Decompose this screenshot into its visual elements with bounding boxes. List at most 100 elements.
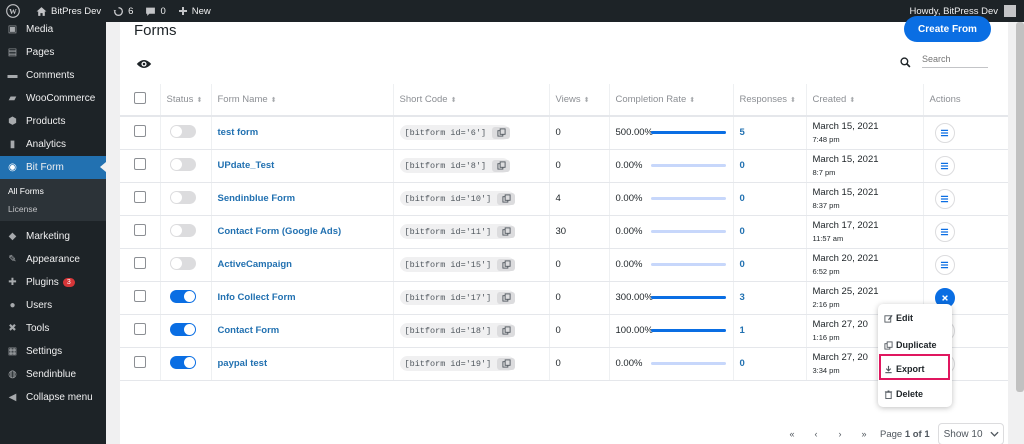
sidebar-item-plugins[interactable]: ✚ Plugins 3	[0, 271, 106, 294]
menu-icon[interactable]	[934, 122, 955, 143]
last-page-button[interactable]: »	[852, 429, 876, 439]
completion-rate-fill	[650, 329, 726, 332]
sidebar-item-sendinblue[interactable]: ◍ Sendinblue	[0, 363, 106, 386]
responses-link[interactable]: 0	[740, 358, 745, 369]
eye-icon[interactable]	[136, 57, 152, 75]
row-checkbox[interactable]	[134, 356, 146, 368]
sidebar-item-analytics[interactable]: ▮ Analytics	[0, 133, 106, 156]
row-checkbox[interactable]	[134, 191, 146, 203]
export-menu-item[interactable]: Export	[884, 364, 925, 374]
status-toggle[interactable]	[169, 355, 196, 369]
status-toggle[interactable]	[169, 256, 196, 270]
menu-icon[interactable]	[934, 155, 955, 176]
responses-link[interactable]: 0	[740, 193, 745, 204]
sidebar-item-settings[interactable]: ▦ Settings	[0, 340, 106, 363]
status-toggle[interactable]	[169, 190, 196, 204]
row-select-cell	[120, 248, 161, 282]
status-toggle[interactable]	[169, 223, 196, 237]
delete-menu-item[interactable]: Delete	[884, 389, 923, 399]
copy-icon[interactable]	[497, 192, 516, 205]
sidebar-item-collapse[interactable]: ◀ Collapse menu	[0, 386, 106, 409]
sidebar-item-tools[interactable]: ✖ Tools	[0, 317, 106, 340]
form-name-header[interactable]: Form Name ⬍	[211, 84, 394, 117]
copy-icon[interactable]	[497, 324, 516, 337]
tools-icon: ✖	[8, 323, 17, 334]
sidebar-item-appearance[interactable]: ✎ Appearance	[0, 248, 106, 271]
copy-icon[interactable]	[497, 258, 516, 271]
table-row: UPdate_Test [bitform id='8'] 0 0.00% 0 March …	[120, 149, 1008, 183]
page-size-select[interactable]: Show 10	[937, 423, 1004, 444]
short-code-text: [bitform id='10']	[404, 193, 492, 204]
first-page-button[interactable]: «	[780, 429, 804, 439]
status-toggle[interactable]	[169, 289, 196, 303]
updates-icon	[113, 6, 124, 16]
status-toggle[interactable]	[169, 322, 196, 336]
row-checkbox[interactable]	[134, 323, 146, 335]
form-name-link[interactable]: UPdate_Test	[218, 160, 275, 171]
form-name-link[interactable]: Contact Form	[218, 325, 280, 336]
completion-rate-header[interactable]: Completion Rate ⬍	[609, 84, 734, 117]
sidebar-item-woocommerce[interactable]: ▰ WooCommerce	[0, 87, 106, 110]
prev-page-button[interactable]: ‹	[804, 429, 828, 439]
sidebar-item-users[interactable]: ● Users	[0, 294, 106, 317]
responses-link[interactable]: 5	[740, 127, 745, 138]
responses-link[interactable]: 3	[740, 292, 745, 303]
sidebar-item-pages[interactable]: ▤ Pages	[0, 41, 106, 64]
submenu-item-all-forms[interactable]: All Forms	[0, 182, 106, 200]
new-content-link[interactable]: New	[172, 0, 217, 22]
page-scrollbar[interactable]	[1016, 22, 1024, 392]
copy-icon[interactable]	[497, 225, 516, 238]
status-header[interactable]: Status ⬍	[160, 84, 212, 117]
completion-rate-cell: 500.00%	[609, 116, 734, 150]
views-header[interactable]: Views ⬍	[549, 84, 610, 117]
responses-link[interactable]: 1	[740, 325, 745, 336]
created-header[interactable]: Created ⬍	[806, 84, 924, 117]
updates-link[interactable]: 6	[107, 0, 139, 22]
menu-icon[interactable]	[934, 188, 955, 209]
row-checkbox[interactable]	[134, 257, 146, 269]
sidebar-item-products[interactable]: ⬢ Products	[0, 110, 106, 133]
copy-icon[interactable]	[497, 291, 516, 304]
submenu-item-license[interactable]: License	[0, 200, 106, 218]
copy-icon[interactable]	[497, 357, 516, 370]
search-input[interactable]	[922, 51, 988, 68]
responses-header[interactable]: Responses ⬍	[733, 84, 807, 117]
short-code-chip: [bitform id='11']	[399, 224, 516, 239]
table-row: test form [bitform id='6'] 0 500.00% 5 March …	[120, 116, 1008, 150]
form-name-link[interactable]: Info Collect Form	[218, 292, 296, 303]
copy-icon[interactable]	[492, 159, 511, 172]
sidebar-item-media[interactable]: ▣ Media	[0, 18, 106, 41]
row-checkbox[interactable]	[134, 125, 146, 138]
responses-link[interactable]: 0	[740, 160, 745, 171]
responses-link[interactable]: 0	[740, 259, 745, 270]
form-name-link[interactable]: ActiveCampaign	[218, 259, 292, 270]
next-page-button[interactable]: ›	[828, 429, 852, 439]
row-checkbox[interactable]	[134, 224, 146, 236]
menu-icon[interactable]	[934, 221, 955, 242]
row-checkbox[interactable]	[134, 290, 146, 302]
main-content: Forms Create From Status⬍ Form Name⬍ Sho…	[120, 16, 1008, 444]
short-code-header[interactable]: Short Code ⬍	[393, 84, 550, 117]
responses-link[interactable]: 0	[740, 226, 745, 237]
comments-link[interactable]: 0	[139, 0, 171, 22]
sidebar-item-bitform[interactable]: ◉ Bit Form	[0, 156, 106, 179]
form-name-link[interactable]: paypal test	[218, 358, 268, 369]
search-icon[interactable]	[900, 55, 911, 73]
page-title: Forms	[134, 22, 177, 39]
created-cell: March 15, 2021 8:37 pm	[806, 182, 924, 216]
form-name-link[interactable]: test form	[218, 127, 259, 138]
status-toggle[interactable]	[169, 124, 196, 138]
edit-menu-item[interactable]: Edit	[884, 313, 913, 323]
select-all-checkbox[interactable]	[134, 92, 146, 104]
menu-icon[interactable]	[934, 254, 955, 275]
status-toggle[interactable]	[169, 157, 196, 171]
copy-icon[interactable]	[492, 126, 511, 139]
form-name-link[interactable]: Contact Form (Google Ads)	[218, 226, 342, 237]
sidebar-item-marketing[interactable]: ◆ Marketing	[0, 225, 106, 248]
duplicate-menu-item[interactable]: Duplicate	[884, 340, 937, 350]
sidebar-item-comments[interactable]: ▬ Comments	[0, 64, 106, 87]
create-form-button[interactable]: Create From	[904, 16, 991, 42]
responses-header-label: Responses	[739, 94, 788, 105]
form-name-link[interactable]: Sendinblue Form	[218, 193, 296, 204]
row-checkbox[interactable]	[134, 158, 146, 170]
